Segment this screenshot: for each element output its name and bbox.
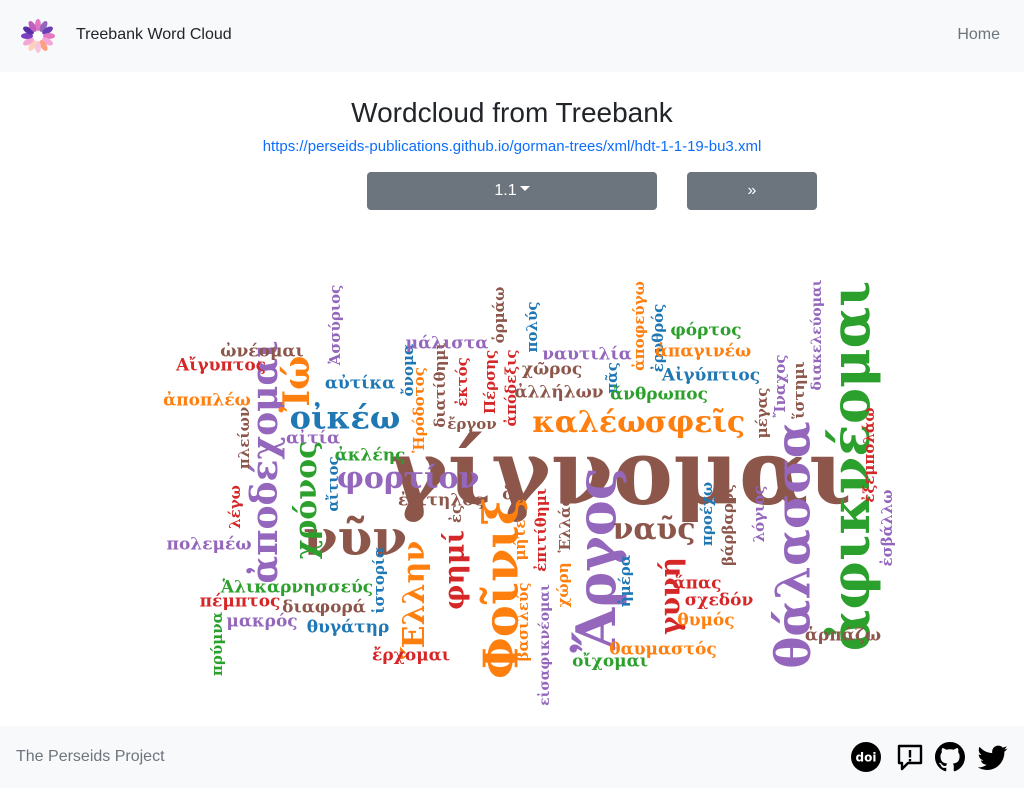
cloud-word: διακελεύομαι bbox=[809, 279, 825, 390]
cloud-word: θυγάτηρ bbox=[307, 618, 390, 638]
perseids-logo-icon[interactable] bbox=[19, 17, 57, 55]
cloud-word: φημί bbox=[438, 530, 471, 610]
cloud-word: μήτε bbox=[511, 519, 529, 560]
cloud-word: σφεῖς bbox=[645, 405, 745, 440]
cloud-word: χρόνος bbox=[289, 441, 324, 560]
cloud-word: ἄνθρωπος bbox=[610, 385, 708, 405]
cloud-word: ὁρμάω bbox=[490, 287, 508, 344]
cloud-word: θυμός bbox=[677, 611, 734, 631]
cloud-word: Ἕλλην bbox=[397, 541, 432, 659]
section-select-dropdown[interactable]: 1.1 bbox=[367, 172, 657, 210]
next-section-button[interactable]: » bbox=[687, 172, 817, 210]
cloud-word: ἐς bbox=[447, 505, 465, 523]
cloud-word: ἐπιτίθημι bbox=[532, 488, 550, 572]
cloud-word: Αἴγυπτος bbox=[175, 356, 266, 376]
cloud-word: ἔργον bbox=[447, 415, 496, 433]
cloud-word: πολύς bbox=[523, 301, 541, 352]
cloud-word: πολεμέω bbox=[167, 535, 252, 555]
cloud-word: πλείων bbox=[235, 407, 253, 470]
caret-down-icon bbox=[519, 186, 530, 192]
footer-text[interactable]: The Perseids Project bbox=[16, 748, 165, 766]
github-icon[interactable] bbox=[935, 742, 965, 772]
twitter-icon[interactable] bbox=[978, 742, 1008, 772]
cloud-word: ἀπαγινέω bbox=[655, 342, 751, 362]
report-issue-icon[interactable] bbox=[895, 742, 925, 772]
cloud-word: καλέω bbox=[532, 405, 645, 440]
cloud-word: Ἑλλάς bbox=[556, 497, 574, 552]
cloud-word: ἁρπάζω bbox=[805, 626, 881, 646]
cloud-word: ἵστημι bbox=[790, 361, 808, 420]
cloud-word: βάρβαρος bbox=[719, 484, 737, 566]
cloud-word: ὅς bbox=[502, 485, 524, 505]
cloud-word: μακρός bbox=[226, 612, 297, 632]
cloud-word: χώρη bbox=[554, 562, 572, 607]
cloud-word: Ἀσσύριος bbox=[326, 285, 344, 367]
source-url-link[interactable]: https://perseids-publications.github.io/… bbox=[0, 138, 1024, 155]
cloud-word: φόρτος bbox=[670, 321, 741, 341]
cloud-word: ἔρχομαι bbox=[372, 646, 450, 666]
nav-home-link[interactable]: Home bbox=[957, 26, 1000, 44]
doi-icon[interactable]: doi bbox=[851, 742, 881, 772]
cloud-word: μέγας bbox=[753, 388, 771, 439]
section-select-value: 1.1 bbox=[494, 182, 517, 199]
page-title: Wordcloud from Treebank bbox=[351, 97, 673, 128]
cloud-word: ἐξεμπολάω bbox=[860, 407, 878, 502]
navbar: Treebank Word Cloud Home bbox=[0, 0, 1024, 72]
cloud-word: ἀκλέης bbox=[335, 446, 406, 466]
cloud-word: μάλιστα bbox=[406, 334, 489, 354]
cloud-word: αὐτίκα bbox=[325, 374, 395, 394]
cloud-word: πέμπτος bbox=[200, 592, 281, 612]
cloud-word: ἐκτός bbox=[453, 357, 471, 407]
cloud-word: Ἡρόδοτος bbox=[410, 367, 428, 453]
cloud-word: Ἰώ bbox=[276, 356, 318, 413]
cloud-word: λόγιος bbox=[750, 486, 768, 543]
cloud-word: αἴτιος bbox=[324, 456, 342, 511]
cloud-word: θαυμαστός bbox=[609, 640, 716, 660]
cloud-word: ἀλλήλων bbox=[514, 383, 603, 403]
svg-text:doi: doi bbox=[856, 751, 877, 765]
cloud-word: ἀποφεύγω bbox=[630, 281, 648, 371]
cloud-word: αἰτία bbox=[286, 429, 340, 449]
cloud-word: Πέρσης bbox=[481, 350, 499, 414]
cloud-word: πρύμνα bbox=[208, 611, 226, 676]
cloud-word: Αἰγύπτιος bbox=[661, 366, 760, 386]
footer: The Perseids Project doi bbox=[0, 726, 1024, 788]
cloud-word: ἡμέρα bbox=[616, 554, 634, 607]
cloud-word: βασιλεύς bbox=[514, 583, 532, 662]
cloud-word: ἐσβάλλω bbox=[878, 490, 896, 567]
cloud-word: σχεδόν bbox=[685, 591, 754, 611]
cloud-word: εἰσαφικνέομαι bbox=[536, 584, 553, 706]
cloud-word: ναῦς bbox=[613, 512, 696, 547]
navbar-brand[interactable]: Treebank Word Cloud bbox=[76, 26, 232, 44]
cloud-word: ναυτιλία bbox=[542, 345, 632, 365]
cloud-word: Ἴναχος bbox=[771, 355, 789, 418]
cloud-word: ἐξίτηλος bbox=[398, 491, 484, 511]
cloud-word: λέγω bbox=[226, 485, 244, 529]
cloud-word: προέχω bbox=[698, 482, 716, 546]
cloud-word: ἐρυθρός bbox=[649, 304, 667, 373]
